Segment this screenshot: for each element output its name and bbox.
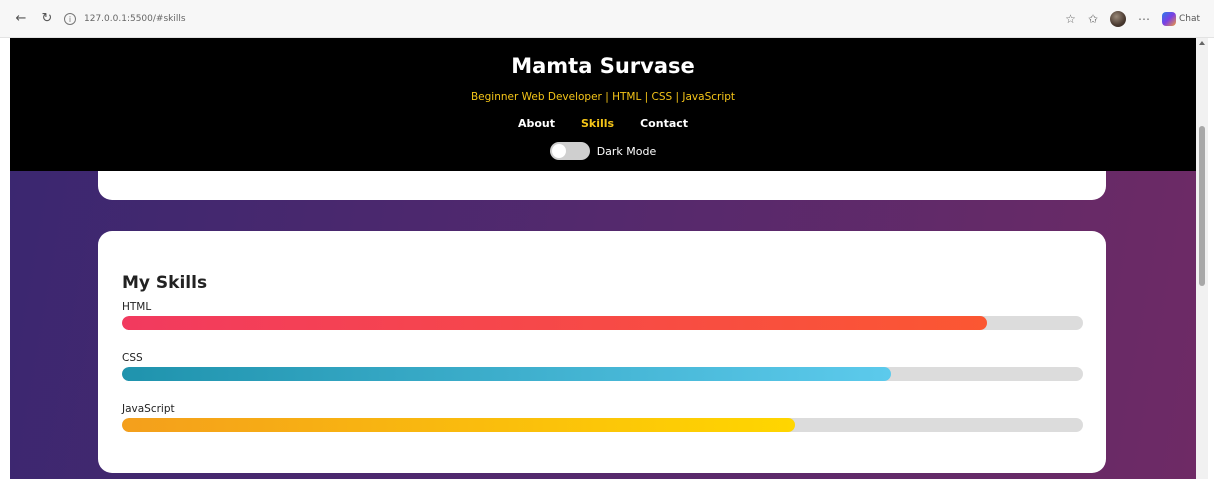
refresh-icon[interactable]: ↻ [38,9,56,27]
nav-skills[interactable]: Skills [581,117,614,130]
page-viewport: Mamta Survase Beginner Web Developer | H… [10,38,1196,479]
skills-heading: My Skills [122,273,208,293]
toggle-knob [551,144,566,158]
skill-fill-html [122,316,987,330]
skill-label: JavaScript [122,403,175,415]
skill-label: HTML [122,301,152,313]
profile-avatar[interactable] [1109,11,1126,27]
site-nav: About Skills Contact [10,117,1196,130]
back-arrow-icon[interactable]: ← [12,9,30,27]
site-header: Mamta Survase Beginner Web Developer | H… [10,38,1196,171]
page-scrollbar[interactable] [1196,38,1208,479]
skill-fill-css [122,367,891,381]
skill-javascript: JavaScript [122,403,1083,432]
scrollbar-thumb[interactable] [1199,126,1205,286]
toggle-switch[interactable] [549,142,590,160]
url-text: 127.0.0.1:5500/#skills [84,14,186,24]
scroll-up-arrow-icon[interactable] [1199,41,1205,45]
browser-toolbar: ← ↻ i 127.0.0.1:5500/#skills ☆ ✩ ⋯ Chat [0,0,1214,38]
skill-html: HTML [122,301,1083,330]
site-title: Mamta Survase [511,54,695,78]
dark-mode-toggle[interactable]: Dark Mode [10,142,1196,160]
browser-actions: ☆ ✩ ⋯ Chat [1065,8,1200,30]
site-subtitle: Beginner Web Developer | HTML | CSS | Ja… [470,91,736,103]
skill-label: CSS [122,352,143,364]
skill-track [122,418,1083,432]
dark-mode-label: Dark Mode [596,144,657,158]
skill-fill-javascript [122,418,795,432]
more-icon[interactable]: ⋯ [1138,12,1150,26]
skill-track [122,316,1083,330]
nav-about[interactable]: About [518,117,555,130]
address-bar[interactable]: i 127.0.0.1:5500/#skills [64,8,1024,30]
favorites-icon[interactable]: ✩ [1088,12,1098,26]
info-icon[interactable]: i [64,13,76,25]
copilot-label: Chat [1178,14,1200,24]
copilot-button[interactable]: Chat [1161,12,1200,26]
skill-track [122,367,1083,381]
skill-css: CSS [122,352,1083,381]
copilot-icon [1161,12,1176,26]
skills-card: My Skills HTML CSS JavaScript [98,231,1106,473]
star-icon[interactable]: ☆ [1065,12,1076,26]
nav-contact[interactable]: Contact [640,117,688,130]
